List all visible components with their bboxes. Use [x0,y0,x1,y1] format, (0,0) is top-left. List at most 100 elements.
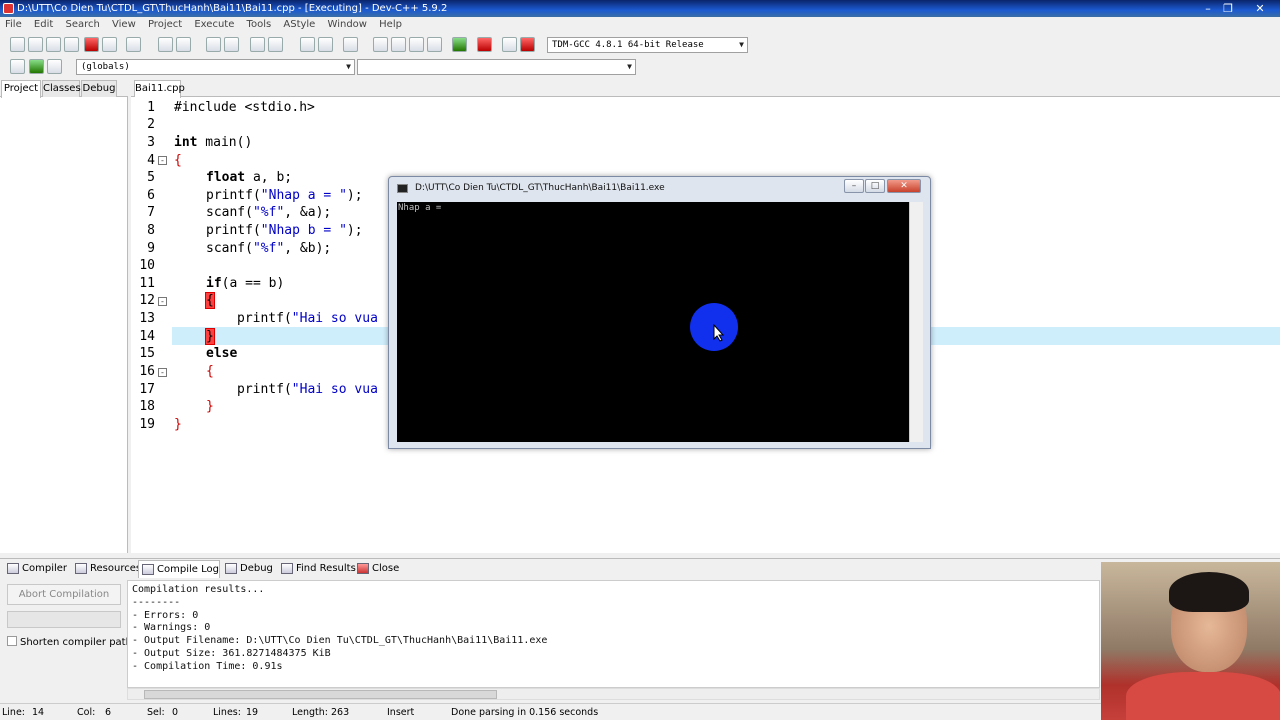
console-window[interactable]: D:\UTT\Co Dien Tu\CTDL_GT\ThucHanh\Bai11… [388,176,931,449]
tab-compiler-label: Compiler [22,563,68,574]
code-line-17: printf("Hai so vua [237,382,378,397]
open-file-icon[interactable] [28,37,43,52]
menu-tools[interactable]: Tools [247,17,272,33]
back-icon[interactable] [300,37,315,52]
fold-minus-icon[interactable]: - [158,156,167,165]
toggle-icon[interactable] [47,59,62,74]
tab-find-results[interactable]: Find Results [278,560,356,578]
status-length: 263 [331,707,350,718]
menu-help[interactable]: Help [379,17,402,33]
line-number: 18 [139,399,155,414]
shorten-paths-checkbox[interactable]: Shorten compiler paths [7,636,137,648]
chevron-down-icon: ▼ [627,62,632,71]
menu-view[interactable]: View [112,17,136,33]
console-output[interactable]: Nhap a = [397,202,909,442]
console-minimize-button[interactable]: – [844,179,864,193]
line-number: 5 [147,170,155,185]
checkbox-icon [7,636,17,646]
fold-minus-icon[interactable]: - [158,297,167,306]
line-number: 12 [139,293,155,308]
line-number: 6 [147,188,155,203]
compiler-select-value: TDM-GCC 4.8.1 64-bit Release [552,40,704,50]
tab-debug[interactable]: Debug [81,80,117,97]
line-number: 16 [139,364,155,379]
member-select[interactable]: ▼ [357,59,636,75]
menu-file[interactable]: File [5,17,22,33]
fold-minus-icon[interactable]: - [158,368,167,377]
tab-compiler[interactable]: Compiler [4,560,67,578]
syntax-check-icon[interactable] [452,37,467,52]
menu-edit[interactable]: Edit [34,17,53,33]
compile-icon[interactable] [373,37,388,52]
forward-icon[interactable] [318,37,333,52]
compiler-select[interactable]: TDM-GCC 4.8.1 64-bit Release ▼ [547,37,748,53]
run-icon[interactable] [391,37,406,52]
minimize-button[interactable]: – [1198,0,1218,17]
menu-window[interactable]: Window [328,17,367,33]
new-file-icon[interactable] [10,37,25,52]
abort-compilation-button[interactable]: Abort Compilation [7,584,121,605]
status-col: 6 [105,707,112,718]
code-line-13: printf("Hai so vua [237,311,378,326]
chevron-down-icon: ▼ [346,62,351,71]
webcam-overlay [1101,562,1280,720]
replace-icon[interactable] [224,37,239,52]
find-icon[interactable] [206,37,221,52]
print-icon[interactable] [126,37,141,52]
tab-compile-log[interactable]: Compile Log [138,560,220,578]
rebuild-icon[interactable] [427,37,442,52]
status-sel: 0 [172,707,179,718]
log-horizontal-scrollbar[interactable] [127,688,1100,700]
compile-run-icon[interactable] [409,37,424,52]
shorten-paths-label: Shorten compiler paths [20,637,138,648]
devcpp-app-icon [3,3,14,14]
close-file-icon[interactable] [84,37,99,52]
status-line-label: Line: [2,707,25,718]
stop-execution-icon[interactable] [477,37,492,52]
line-number: 14 [139,329,155,344]
save-all-icon[interactable] [64,37,79,52]
status-lines: 19 [246,707,259,718]
console-app-icon [397,184,408,193]
scrollbar-thumb[interactable] [144,690,497,699]
chart-icon[interactable] [502,37,517,52]
console-scrollbar[interactable] [909,202,923,442]
maximize-button[interactable]: ❐ [1218,0,1238,17]
line-number: 17 [139,382,155,397]
tab-classes[interactable]: Classes [42,80,81,97]
console-close-button[interactable]: ✕ [887,179,921,193]
code-line-14: } [205,328,215,345]
mouse-pointer-icon [713,324,725,342]
console-output-text: Nhap a = [398,203,442,213]
compile-log-output[interactable]: Compilation results... -------- - Errors… [127,580,1100,688]
menu-search[interactable]: Search [65,17,99,33]
console-maximize-button[interactable]: □ [865,179,885,193]
menu-astyle[interactable]: AStyle [283,17,315,33]
tab-project[interactable]: Project [1,80,41,98]
tab-close[interactable]: Close [354,560,399,578]
close-all-icon[interactable] [102,37,117,52]
insert-icon[interactable] [29,59,44,74]
unindent-icon[interactable] [268,37,283,52]
profile-icon[interactable] [520,37,535,52]
undo-icon[interactable] [158,37,173,52]
status-bar: Line: 14 Col: 6 Sel: 0 Lines: 19 Length:… [0,703,1280,720]
indent-icon[interactable] [250,37,265,52]
close-button[interactable]: ✕ [1250,0,1270,17]
goto-icon[interactable] [10,59,25,74]
line-number: 8 [147,223,155,238]
line-number: 13 [139,311,155,326]
scope-select[interactable]: (globals) ▼ [76,59,355,75]
code-line-8: printf("Nhap b = "); [206,223,363,238]
menu-execute[interactable]: Execute [194,17,234,33]
tab-resources[interactable]: Resources [72,560,141,578]
code-line-18: } [206,399,214,414]
tab-debug-bottom[interactable]: Debug [222,560,273,578]
compiler-icon [7,563,19,574]
bookmark-icon[interactable] [343,37,358,52]
menu-project[interactable]: Project [148,17,182,33]
redo-icon[interactable] [176,37,191,52]
save-icon[interactable] [46,37,61,52]
code-line-7: scanf("%f", &a); [206,205,332,220]
tab-bai11-cpp[interactable]: Bai11.cpp [134,80,185,98]
